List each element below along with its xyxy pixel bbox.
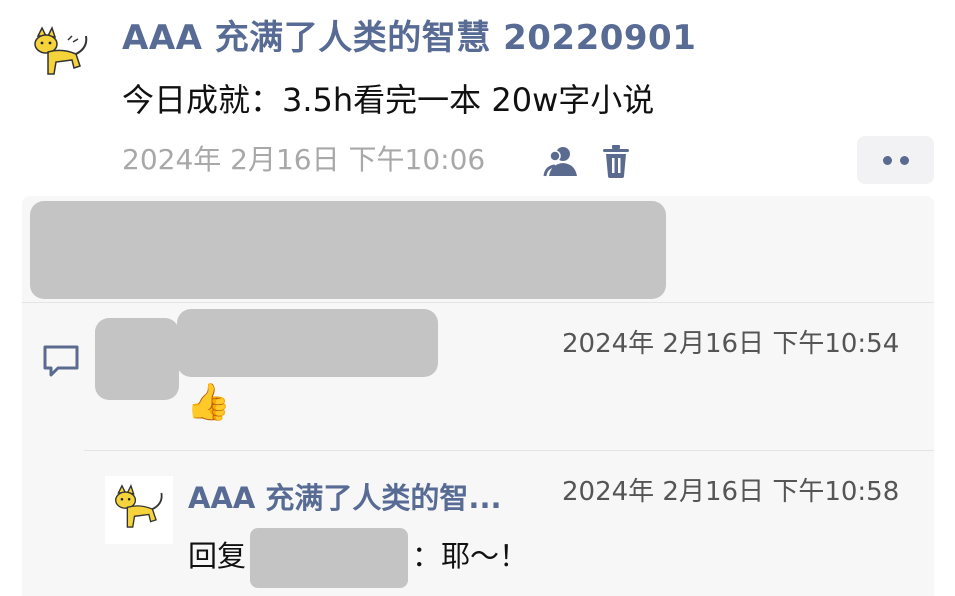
trash-icon[interactable]	[600, 143, 634, 179]
author-avatar[interactable]	[28, 22, 94, 88]
comment-icon	[42, 344, 82, 380]
thumbs-up-emoji: 👍	[186, 382, 231, 423]
cat-avatar-icon	[34, 26, 88, 75]
reply-author-avatar[interactable]	[105, 476, 173, 544]
reply-author-name[interactable]: AAA 充满了人类的智...	[188, 477, 501, 519]
reply-timestamp: 2024年 2月16日 下午10:58	[562, 477, 900, 507]
divider	[84, 450, 934, 451]
reply-prefix: 回复	[188, 539, 247, 573]
more-button[interactable]	[857, 136, 934, 184]
post-timestamp: 2024年 2月16日 下午10:06	[122, 143, 486, 176]
replied-user-redacted[interactable]	[250, 528, 409, 588]
divider	[22, 302, 934, 303]
reply-suffix: ：耶～！	[412, 539, 529, 573]
post-author-name[interactable]: AAA 充满了人类的智慧 20220901	[122, 14, 696, 62]
people-icon[interactable]	[543, 144, 583, 178]
post-content-text: 今日成就：3.5h看完一本 20w字小说	[122, 81, 655, 119]
commenter-avatar-redacted[interactable]	[95, 318, 179, 400]
redacted-likes	[30, 201, 666, 299]
more-dots-icon	[882, 155, 892, 165]
cat-avatar-icon	[115, 484, 163, 528]
comment-timestamp: 2024年 2月16日 下午10:54	[562, 329, 900, 359]
commenter-name-redacted[interactable]	[177, 309, 438, 377]
reply-text: 回复 ：耶～！	[188, 528, 528, 588]
